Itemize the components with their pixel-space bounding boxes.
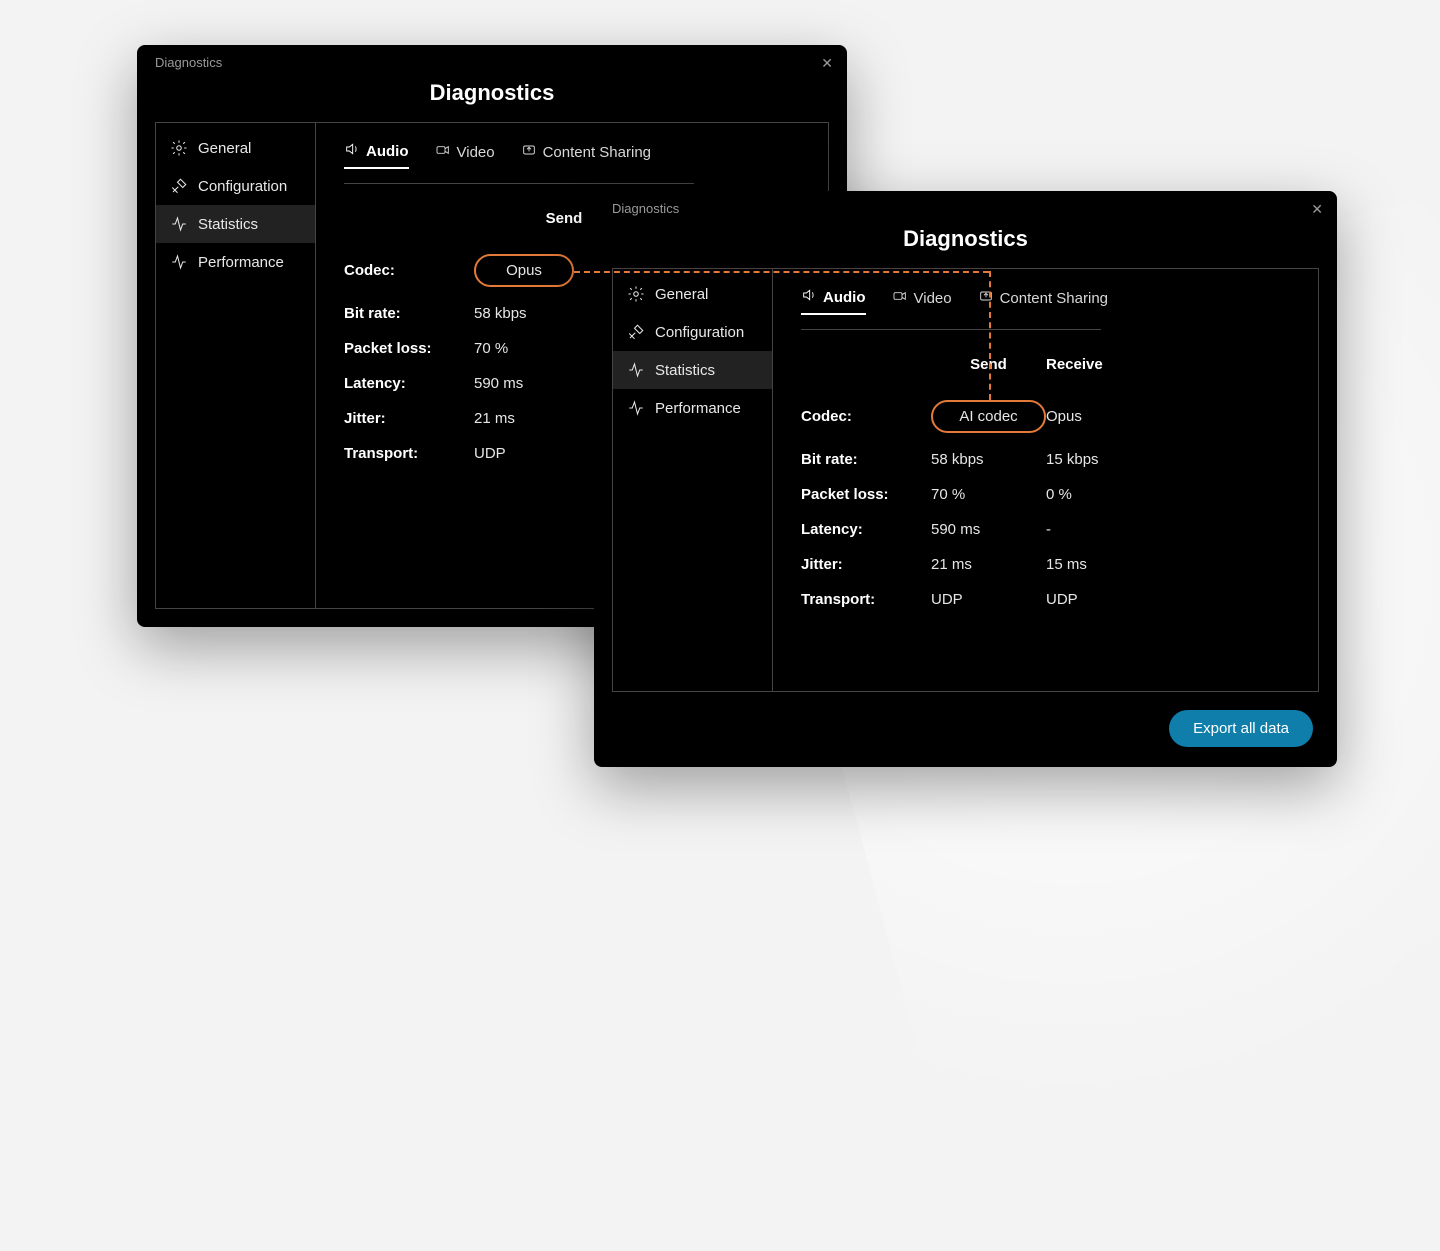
tab-content-sharing[interactable]: Content Sharing [978,288,1108,314]
activity-icon [170,215,188,233]
row-receive: 15 kbps [1046,451,1156,468]
row-send: 58 kbps [931,451,1046,468]
titlebar-text: Diagnostics [155,55,222,70]
titlebar-text: Diagnostics [612,201,679,216]
tab-label: Audio [823,289,866,306]
gear-icon [627,285,645,303]
row-label: Codec: [801,408,931,425]
row-label: Codec: [344,262,474,279]
content-frame: General Configuration Statistics Perform… [612,268,1319,692]
sidebar-item-general[interactable]: General [156,129,315,167]
sidebar-item-configuration[interactable]: Configuration [156,167,315,205]
sidebar-item-label: General [198,140,251,157]
row-label: Jitter: [344,410,474,427]
camera-icon [892,288,908,308]
table-row: Packet loss: 70 % 0 % [801,477,1294,512]
export-all-data-button[interactable]: Export all data [1169,710,1313,747]
row-send: 590 ms [931,521,1046,538]
row-label: Packet loss: [801,486,931,503]
tabs: Audio Video Content Sharing [344,141,804,169]
diagnostics-window-2: Diagnostics ✕ Diagnostics General Config… [594,191,1337,767]
row-send: UDP [931,591,1046,608]
page-title: Diagnostics [594,220,1337,268]
row-label: Packet loss: [344,340,474,357]
close-icon[interactable]: ✕ [1311,202,1323,216]
sidebar-item-statistics[interactable]: Statistics [613,351,772,389]
sidebar-item-label: General [655,286,708,303]
table-row: Latency: 590 ms - [801,512,1294,547]
table-row: Bit rate: 58 kbps 15 kbps [801,442,1294,477]
activity-icon [170,253,188,271]
codec-highlight-pill: AI codec [931,400,1046,433]
sidebar: General Configuration Statistics Perform… [156,123,316,608]
table-row: Jitter: 21 ms 15 ms [801,547,1294,582]
row-label: Latency: [801,521,931,538]
titlebar: Diagnostics ✕ [137,45,847,74]
share-screen-icon [521,142,537,162]
codec-highlight-pill: Opus [474,254,574,287]
activity-icon [627,399,645,417]
tab-label: Content Sharing [1000,290,1108,307]
sidebar-item-label: Performance [655,400,741,417]
titlebar: Diagnostics ✕ [594,191,1337,220]
tab-label: Video [457,144,495,161]
row-send: 70 % [931,486,1046,503]
gear-icon [170,139,188,157]
col-send: Send [931,356,1046,373]
stats-table: Send Receive Codec: AI codec Opus Bit ra… [801,356,1294,617]
tab-label: Video [914,290,952,307]
tab-label: Content Sharing [543,144,651,161]
sidebar-item-performance[interactable]: Performance [156,243,315,281]
row-receive: 0 % [1046,486,1156,503]
sidebar-item-statistics[interactable]: Statistics [156,205,315,243]
row-label: Latency: [344,375,474,392]
close-icon[interactable]: ✕ [821,56,833,70]
sidebar-item-general[interactable]: General [613,275,772,313]
table-row: Codec: AI codec Opus [801,391,1294,442]
activity-icon [627,361,645,379]
divider [344,183,694,184]
col-receive: Receive [1046,356,1156,373]
sidebar-item-label: Configuration [655,324,744,341]
tools-icon [627,323,645,341]
divider [801,329,1101,330]
tools-icon [170,177,188,195]
tab-content-sharing[interactable]: Content Sharing [521,142,651,168]
row-receive: - [1046,521,1156,538]
sidebar-item-configuration[interactable]: Configuration [613,313,772,351]
row-send: 21 ms [931,556,1046,573]
content: Audio Video Content Sharing Send Receive [773,269,1318,691]
sidebar-item-label: Performance [198,254,284,271]
tab-audio[interactable]: Audio [344,141,409,169]
tabs: Audio Video Content Sharing [801,287,1294,315]
row-label: Jitter: [801,556,931,573]
row-receive: UDP [1046,591,1156,608]
share-screen-icon [978,288,994,308]
sidebar: General Configuration Statistics Perform… [613,269,773,691]
table-header: Send Receive [801,356,1294,373]
row-label: Transport: [801,591,931,608]
sidebar-item-performance[interactable]: Performance [613,389,772,427]
row-label: Bit rate: [801,451,931,468]
sidebar-item-label: Statistics [655,362,715,379]
table-row: Transport: UDP UDP [801,582,1294,617]
speaker-icon [344,141,360,161]
tab-label: Audio [366,143,409,160]
camera-icon [435,142,451,162]
row-send: AI codec [931,400,1046,433]
sidebar-item-label: Configuration [198,178,287,195]
row-receive: 15 ms [1046,556,1156,573]
page-title: Diagnostics [137,74,847,122]
row-label: Transport: [344,445,474,462]
tab-audio[interactable]: Audio [801,287,866,315]
row-label: Bit rate: [344,305,474,322]
tab-video[interactable]: Video [892,288,952,314]
tab-video[interactable]: Video [435,142,495,168]
sidebar-item-label: Statistics [198,216,258,233]
speaker-icon [801,287,817,307]
row-receive: Opus [1046,408,1156,425]
